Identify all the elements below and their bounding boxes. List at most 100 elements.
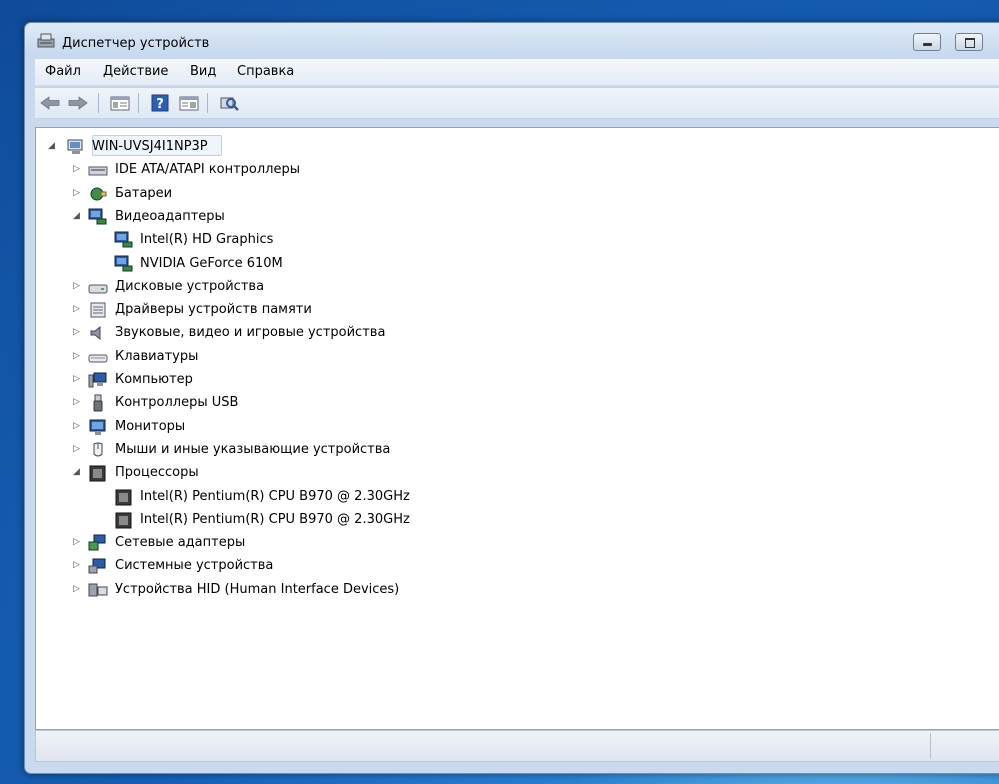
tree-category-node[interactable]: ▷ Клавиатуры bbox=[36, 346, 999, 368]
tree-node-label: Intel(R) Pentium(R) CPU B970 @ 2.30GHz bbox=[140, 511, 410, 527]
tree-node-label: Intel(R) Pentium(R) CPU B970 @ 2.30GHz bbox=[140, 488, 410, 504]
status-divider bbox=[930, 733, 931, 759]
processor-icon bbox=[115, 512, 132, 529]
tree-category-node[interactable]: ◢ Процессоры bbox=[36, 462, 999, 484]
device-manager-window: Диспетчер устройств Файл Действие Вид Сп… bbox=[24, 22, 999, 774]
tree-device-node[interactable]: NVIDIA GeForce 610M bbox=[36, 253, 999, 275]
tree-category-node[interactable]: ▷ Контроллеры USB bbox=[36, 392, 999, 414]
status-bar bbox=[35, 730, 999, 762]
tree-node-label: Сетевые адаптеры bbox=[115, 535, 246, 551]
minimize-button[interactable] bbox=[913, 33, 941, 51]
show-hide-console-tree-icon[interactable] bbox=[109, 94, 131, 112]
help-icon[interactable]: ? bbox=[149, 94, 171, 112]
collapsed-arrow-icon[interactable]: ▷ bbox=[73, 583, 83, 595]
toolbar-separator bbox=[98, 93, 99, 113]
tree-category-node[interactable]: ▷ Системные устройства bbox=[36, 555, 999, 577]
tree-category-node[interactable]: ▷ Мыши и иные указывающие устройства bbox=[36, 439, 999, 461]
tree-category-node[interactable]: ▷ Драйверы устройств памяти bbox=[36, 299, 999, 321]
memory-device-icon bbox=[90, 302, 106, 318]
tree-node-label: Драйверы устройств памяти bbox=[115, 302, 312, 318]
tree-node-label: Компьютер bbox=[115, 372, 193, 387]
tree-device-node[interactable]: Intel(R) Pentium(R) CPU B970 @ 2.30GHz bbox=[36, 486, 999, 508]
collapsed-arrow-icon[interactable]: ▷ bbox=[73, 280, 83, 292]
tree-node-label: Клавиатуры bbox=[115, 348, 199, 364]
toolbar-separator bbox=[138, 93, 139, 113]
menu-file[interactable]: Файл bbox=[45, 64, 81, 79]
tree-node-label: NVIDIA GeForce 610M bbox=[140, 255, 283, 271]
collapsed-arrow-icon[interactable]: ▷ bbox=[73, 326, 83, 338]
disk-drive-icon bbox=[88, 284, 108, 294]
maximize-icon bbox=[965, 38, 975, 48]
tree-node-label: Системные устройства bbox=[115, 558, 274, 574]
collapsed-arrow-icon[interactable]: ▷ bbox=[73, 396, 83, 408]
collapsed-arrow-icon[interactable]: ▷ bbox=[73, 187, 83, 199]
tree-category-node[interactable]: ▷ Звуковые, видео и игровые устройства bbox=[36, 322, 999, 344]
collapsed-arrow-icon[interactable]: ▷ bbox=[73, 303, 83, 315]
tree-root-label: WIN-UVSJ4I1NP3P bbox=[92, 139, 208, 154]
collapsed-arrow-icon[interactable]: ▷ bbox=[73, 420, 83, 432]
tree-node-label: Intel(R) HD Graphics bbox=[140, 232, 274, 248]
tree-node-label: Дисковые устройства bbox=[115, 278, 265, 294]
window-title: Диспетчер устройств bbox=[62, 36, 210, 51]
collapsed-arrow-icon[interactable]: ▷ bbox=[73, 163, 83, 175]
menu-help[interactable]: Справка bbox=[237, 64, 294, 79]
tree-category-node[interactable]: ▷ Дисковые устройства bbox=[36, 276, 999, 298]
display-adapter-icon bbox=[114, 255, 133, 271]
toolbar: ? bbox=[35, 87, 999, 119]
tree-node-label: Устройства HID (Human Interface Devices) bbox=[115, 581, 400, 597]
collapsed-arrow-icon[interactable]: ▷ bbox=[73, 373, 83, 385]
tree-node-label: Контроллеры USB bbox=[115, 395, 239, 411]
tree-category-node[interactable]: ▷ Компьютер bbox=[36, 369, 999, 391]
monitor-icon bbox=[89, 419, 106, 435]
system-device-icon bbox=[88, 558, 106, 574]
menu-view[interactable]: Вид bbox=[190, 64, 216, 79]
tree-category-node[interactable]: ▷ Батареи bbox=[36, 183, 999, 205]
menu-bar: Файл Действие Вид Справка bbox=[35, 59, 999, 85]
keyboard-icon bbox=[88, 354, 108, 363]
tree-device-node[interactable]: Intel(R) HD Graphics bbox=[36, 229, 999, 251]
tree-node-label: IDE ATA/ATAPI контроллеры bbox=[115, 162, 301, 178]
tree-node-label: Видеоадаптеры bbox=[115, 208, 225, 224]
tree-root-node[interactable]: ◢ WIN-UVSJ4I1NP3P bbox=[36, 135, 999, 158]
tree-node-label: Процессоры bbox=[115, 465, 199, 481]
expanded-arrow-icon[interactable]: ◢ bbox=[73, 210, 83, 222]
title-bar[interactable]: Диспетчер устройств bbox=[25, 23, 999, 57]
hid-device-icon bbox=[88, 583, 108, 597]
network-adapter-icon bbox=[88, 534, 106, 551]
properties-icon[interactable] bbox=[178, 94, 200, 112]
computer-root-icon bbox=[67, 139, 83, 154]
collapsed-arrow-icon[interactable]: ▷ bbox=[73, 350, 83, 362]
toolbar-separator bbox=[207, 93, 208, 113]
tree-node-label: Мыши и иные указывающие устройства bbox=[115, 441, 391, 457]
usb-icon bbox=[93, 394, 103, 412]
maximize-button[interactable] bbox=[955, 33, 983, 51]
tree-category-node[interactable]: ▷ Мониторы bbox=[36, 416, 999, 438]
tree-category-node[interactable]: ▷ Устройства HID (Human Interface Devices… bbox=[36, 579, 999, 601]
collapsed-arrow-icon[interactable]: ▷ bbox=[73, 443, 83, 455]
processor-icon bbox=[89, 465, 106, 482]
expanded-arrow-icon[interactable]: ◢ bbox=[73, 466, 83, 478]
tree-node-label: Звуковые, видео и игровые устройства bbox=[115, 325, 386, 341]
collapsed-arrow-icon[interactable]: ▷ bbox=[73, 559, 83, 571]
minimize-icon bbox=[923, 43, 932, 46]
forward-arrow-icon[interactable] bbox=[67, 94, 89, 112]
display-adapter-icon bbox=[88, 208, 107, 225]
speaker-icon bbox=[90, 326, 101, 341]
scan-hardware-icon[interactable] bbox=[218, 94, 240, 112]
svg-text:?: ? bbox=[156, 97, 164, 112]
tree-category-node[interactable]: ▷ Сетевые адаптеры bbox=[36, 532, 999, 554]
back-arrow-icon[interactable] bbox=[39, 94, 61, 112]
device-manager-icon bbox=[37, 33, 55, 48]
processor-icon bbox=[115, 489, 132, 505]
tree-node-label: Батареи bbox=[115, 185, 173, 201]
tree-device-node[interactable]: Intel(R) Pentium(R) CPU B970 @ 2.30GHz bbox=[36, 509, 999, 531]
menu-action[interactable]: Действие bbox=[103, 64, 168, 79]
expanded-arrow-icon[interactable]: ◢ bbox=[48, 140, 58, 152]
device-tree[interactable]: ◢ WIN-UVSJ4I1NP3P ▷ IDE ATA/ATAPI контролле… bbox=[35, 127, 999, 730]
tree-category-node[interactable]: ◢ Видеоадаптеры bbox=[36, 206, 999, 228]
tree-category-node[interactable]: ▷ IDE ATA/ATAPI контроллеры bbox=[36, 159, 999, 181]
ide-controller-icon bbox=[88, 166, 108, 176]
collapsed-arrow-icon[interactable]: ▷ bbox=[73, 536, 83, 548]
mouse-icon bbox=[93, 442, 103, 457]
battery-icon bbox=[90, 187, 107, 201]
